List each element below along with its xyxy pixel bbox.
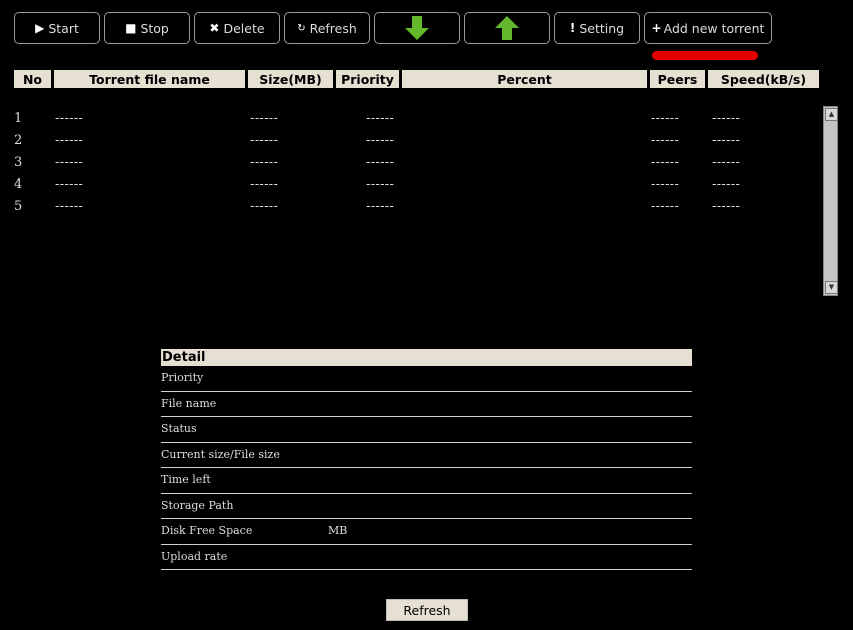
detail-label: Storage Path: [161, 498, 234, 512]
row-speed: ------: [712, 199, 741, 214]
column-torrent-file-name: Torrent file name: [54, 70, 245, 88]
row-no: 3: [14, 155, 23, 170]
row-priority: ------: [366, 111, 395, 126]
detail-label: Priority: [161, 371, 204, 384]
scroll-down-arrow-icon[interactable]: ▼: [825, 281, 838, 294]
torrent-list-scrollbar[interactable]: ▲ ▼: [823, 106, 838, 296]
detail-refresh-button[interactable]: Refresh: [386, 599, 468, 621]
torrent-table-header: No Torrent file name Size(MB) Priority P…: [0, 70, 853, 88]
detail-label: Current size/File size: [161, 447, 280, 461]
refresh-icon: ↻: [297, 22, 306, 34]
setting-button[interactable]: ! Setting: [554, 12, 640, 44]
row-size: ------: [250, 177, 279, 192]
detail-panel: Detail Priority File name Status Current…: [161, 349, 692, 570]
delete-button[interactable]: ✖ Delete: [194, 12, 280, 44]
column-priority: Priority: [336, 70, 399, 88]
column-size: Size(MB): [248, 70, 333, 88]
move-up-button[interactable]: [464, 12, 550, 44]
column-speed: Speed(kB/s): [708, 70, 819, 88]
detail-label: Disk Free Space: [161, 524, 253, 537]
table-row[interactable]: 4 ------ ------ ------ ------ ------: [0, 176, 820, 196]
row-priority: ------: [366, 155, 395, 170]
row-priority: ------: [366, 199, 395, 214]
row-peers: ------: [651, 133, 680, 148]
exclamation-icon: !: [569, 21, 576, 35]
column-peers: Peers: [650, 70, 705, 88]
start-button[interactable]: ▶ Start: [14, 12, 100, 44]
table-row[interactable]: 2 ------ ------ ------ ------ ------: [0, 132, 820, 152]
row-speed: ------: [712, 133, 741, 148]
detail-row-priority: Priority: [161, 366, 692, 392]
row-priority: ------: [366, 177, 395, 192]
move-down-button[interactable]: [374, 12, 460, 44]
detail-row-current-size: Current size/File size: [161, 443, 692, 468]
row-peers: ------: [651, 111, 680, 126]
column-percent: Percent: [402, 70, 647, 88]
detail-label: Upload rate: [161, 549, 228, 563]
stop-label: Stop: [140, 20, 169, 36]
refresh-label: Refresh: [309, 20, 357, 36]
row-name: ------: [55, 199, 84, 214]
detail-row-time-left: Time left: [161, 468, 692, 494]
add-torrent-label: Add new torrent: [663, 20, 765, 36]
x-icon: ✖: [209, 21, 220, 35]
detail-label: Time left: [161, 473, 211, 486]
table-row[interactable]: 3 ------ ------ ------ ------ ------: [0, 154, 820, 174]
row-speed: ------: [712, 155, 741, 170]
detail-title: Detail: [161, 349, 692, 366]
row-peers: ------: [651, 177, 680, 192]
start-label: Start: [48, 20, 79, 36]
row-priority: ------: [366, 133, 395, 148]
row-name: ------: [55, 133, 84, 148]
row-peers: ------: [651, 155, 680, 170]
delete-label: Delete: [223, 20, 265, 36]
row-no: 4: [14, 177, 23, 192]
row-no: 2: [14, 133, 23, 148]
detail-row-storage-path: Storage Path: [161, 494, 692, 519]
column-no: No: [14, 70, 51, 88]
row-name: ------: [55, 177, 84, 192]
detail-label: Status: [161, 422, 197, 435]
table-row[interactable]: 5 ------ ------ ------ ------ ------: [0, 198, 820, 218]
stop-button[interactable]: ■ Stop: [104, 12, 190, 44]
row-size: ------: [250, 111, 279, 126]
green-arrow-up-icon: [495, 16, 519, 40]
plus-icon: +: [651, 21, 662, 35]
highlight-mark: [652, 51, 758, 60]
detail-row-status: Status: [161, 417, 692, 443]
toolbar: ▶ Start ■ Stop ✖ Delete ↻ Refresh ! Sett…: [0, 0, 853, 64]
row-speed: ------: [712, 111, 741, 126]
green-arrow-down-icon: [405, 16, 429, 40]
row-no: 1: [14, 111, 23, 126]
play-icon: ▶: [35, 21, 45, 35]
table-row[interactable]: 1 ------ ------ ------ ------ ------: [0, 110, 820, 130]
row-size: ------: [250, 155, 279, 170]
refresh-button[interactable]: ↻ Refresh: [284, 12, 370, 44]
row-name: ------: [55, 111, 84, 126]
row-size: ------: [250, 199, 279, 214]
detail-row-file-name: File name: [161, 392, 692, 417]
add-torrent-button[interactable]: + Add new torrent: [644, 12, 772, 44]
row-speed: ------: [712, 177, 741, 192]
detail-row-upload-rate: Upload rate: [161, 545, 692, 570]
row-no: 5: [14, 199, 23, 214]
detail-label: File name: [161, 396, 217, 410]
setting-label: Setting: [579, 20, 625, 36]
scroll-up-arrow-icon[interactable]: ▲: [825, 108, 838, 121]
row-peers: ------: [651, 199, 680, 214]
detail-value: MB: [328, 524, 348, 537]
row-size: ------: [250, 133, 279, 148]
stop-square-icon: ■: [125, 21, 137, 35]
row-name: ------: [55, 155, 84, 170]
detail-row-disk-free-space: Disk Free Space MB: [161, 519, 692, 545]
